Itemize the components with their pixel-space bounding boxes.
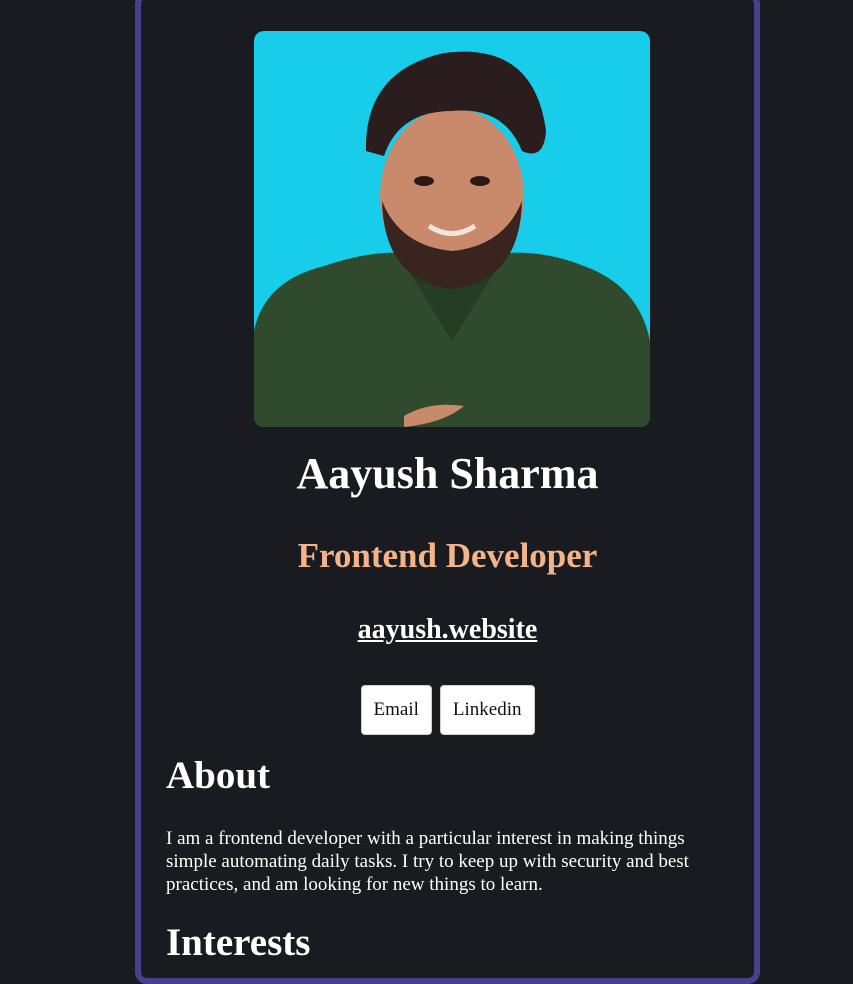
linkedin-button[interactable]: Linkedin [439, 685, 535, 735]
about-text: I am a frontend developer with a particu… [166, 828, 689, 895]
website-heading: aayush.website [141, 613, 754, 647]
profile-name: Aayush Sharma [296, 449, 599, 498]
profile-role: Frontend Developer [297, 536, 598, 575]
about-heading: About [166, 754, 271, 797]
contact-buttons: Email Linkedin [141, 685, 754, 735]
website-link[interactable]: aayush.website [358, 614, 538, 645]
profile-photo [254, 31, 650, 427]
profile-card: Aayush Sharma Frontend Developer aayush.… [135, 0, 760, 984]
interests-heading: Interests [166, 921, 311, 964]
email-button[interactable]: Email [360, 685, 432, 735]
